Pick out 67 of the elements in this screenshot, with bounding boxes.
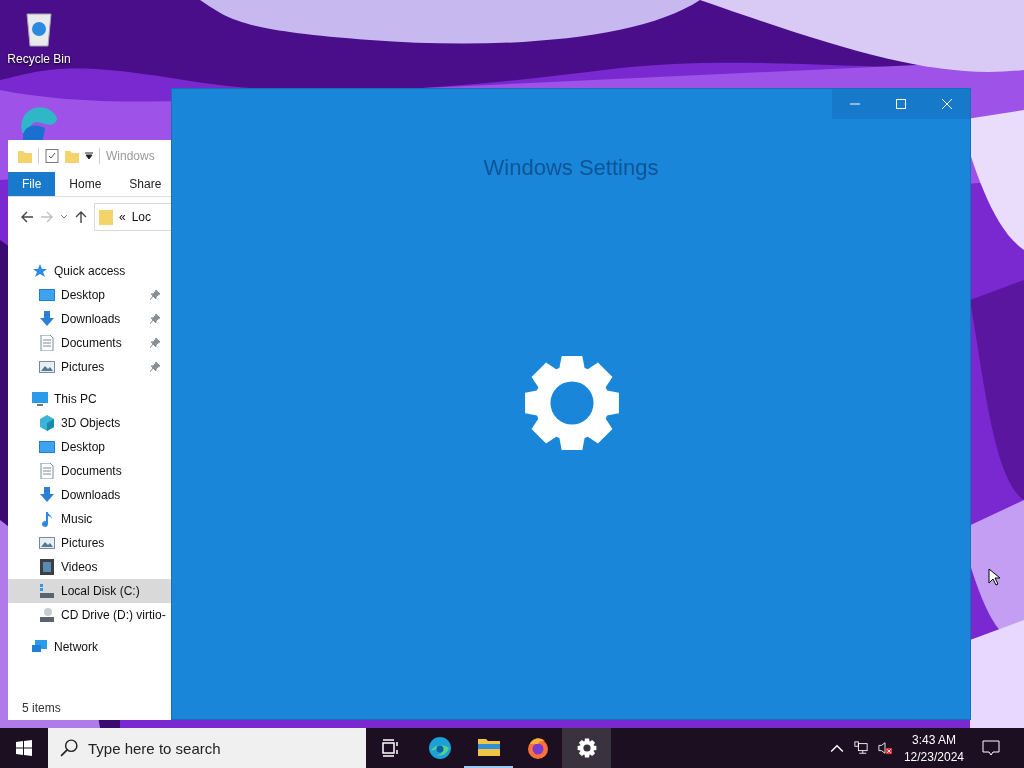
download-arrow-icon bbox=[39, 311, 55, 327]
properties-icon[interactable] bbox=[45, 149, 59, 163]
nav-item[interactable]: Pictures bbox=[8, 355, 171, 379]
pin-icon bbox=[150, 362, 160, 372]
desktop-icon bbox=[39, 439, 55, 455]
gear-icon bbox=[576, 738, 597, 758]
nav-item[interactable]: 3D Objects bbox=[8, 411, 171, 435]
picture-icon bbox=[39, 535, 55, 551]
nav-item[interactable]: Desktop bbox=[8, 435, 171, 459]
cube-icon bbox=[39, 415, 55, 431]
computer-icon bbox=[32, 391, 48, 407]
cd-drive-icon bbox=[39, 607, 55, 623]
ribbon-tab[interactable]: Share bbox=[115, 172, 171, 196]
ribbon-tab[interactable]: Home bbox=[55, 172, 116, 196]
star-icon bbox=[32, 263, 48, 279]
pin-icon bbox=[150, 338, 160, 348]
desktop-shortcut[interactable]: Recycle Bin bbox=[4, 8, 74, 66]
address-bar[interactable]: « Loc bbox=[94, 203, 171, 231]
fox-browser-icon bbox=[525, 736, 550, 760]
clock-date[interactable]: 12/23/2024 bbox=[903, 749, 964, 764]
breadcrumb-chevron: « bbox=[119, 210, 126, 224]
back-arrow-icon[interactable] bbox=[20, 210, 34, 224]
desktop-icon bbox=[39, 287, 55, 303]
browser-icon bbox=[427, 736, 452, 760]
nav-item[interactable]: Pictures bbox=[8, 531, 171, 555]
search-field[interactable]: Type here to search bbox=[48, 728, 366, 768]
search-icon bbox=[60, 739, 78, 757]
nav-item[interactable]: Downloads bbox=[8, 307, 171, 331]
nav-item[interactable]: Network bbox=[8, 635, 171, 659]
windows-logo-icon[interactable] bbox=[16, 740, 32, 756]
document-icon bbox=[39, 463, 55, 479]
nav-item[interactable]: Documents bbox=[8, 459, 171, 483]
film-icon bbox=[39, 559, 55, 575]
nav-item[interactable]: Videos bbox=[8, 555, 171, 579]
nav-item[interactable]: Music bbox=[8, 507, 171, 531]
download-arrow-icon bbox=[39, 487, 55, 503]
nav-item[interactable]: This PC bbox=[8, 387, 171, 411]
picture-icon bbox=[39, 359, 55, 375]
gear-icon bbox=[523, 354, 621, 452]
pin-icon bbox=[150, 314, 160, 324]
nav-item[interactable]: Desktop bbox=[8, 283, 171, 307]
pin-icon bbox=[150, 290, 160, 300]
chevron-down-icon[interactable] bbox=[60, 214, 68, 220]
taskbar-button[interactable] bbox=[562, 728, 611, 768]
nav-item[interactable]: Documents bbox=[8, 331, 171, 355]
music-note-icon bbox=[39, 511, 55, 527]
nav-item[interactable]: Local Disk (C:) bbox=[8, 579, 171, 603]
settings-title: Windows Settings bbox=[482, 155, 660, 181]
folder-icon bbox=[99, 209, 113, 225]
nav-item[interactable]: Quick access bbox=[8, 259, 171, 283]
window-title: Windows bbox=[106, 149, 155, 163]
task-view-icon bbox=[380, 738, 401, 758]
status-bar-text: 5 items bbox=[21, 700, 62, 717]
dropdown-icon[interactable] bbox=[85, 152, 93, 160]
address-text: Loc bbox=[131, 210, 152, 224]
clock-time[interactable]: 3:43 AM bbox=[911, 732, 956, 747]
network-icon[interactable] bbox=[853, 741, 868, 755]
drive-icon bbox=[39, 583, 55, 599]
network-icon bbox=[32, 639, 48, 655]
ribbon-tab[interactable]: File bbox=[8, 172, 56, 196]
nav-item[interactable]: Downloads bbox=[8, 483, 171, 507]
cursor-icon bbox=[988, 568, 1000, 586]
nav-item[interactable]: CD Drive (D:) virtio- bbox=[8, 603, 171, 627]
notification-icon[interactable] bbox=[982, 740, 1000, 756]
document-icon bbox=[39, 335, 55, 351]
speaker-icon[interactable] bbox=[877, 741, 892, 755]
up-arrow-icon[interactable] bbox=[74, 210, 88, 224]
